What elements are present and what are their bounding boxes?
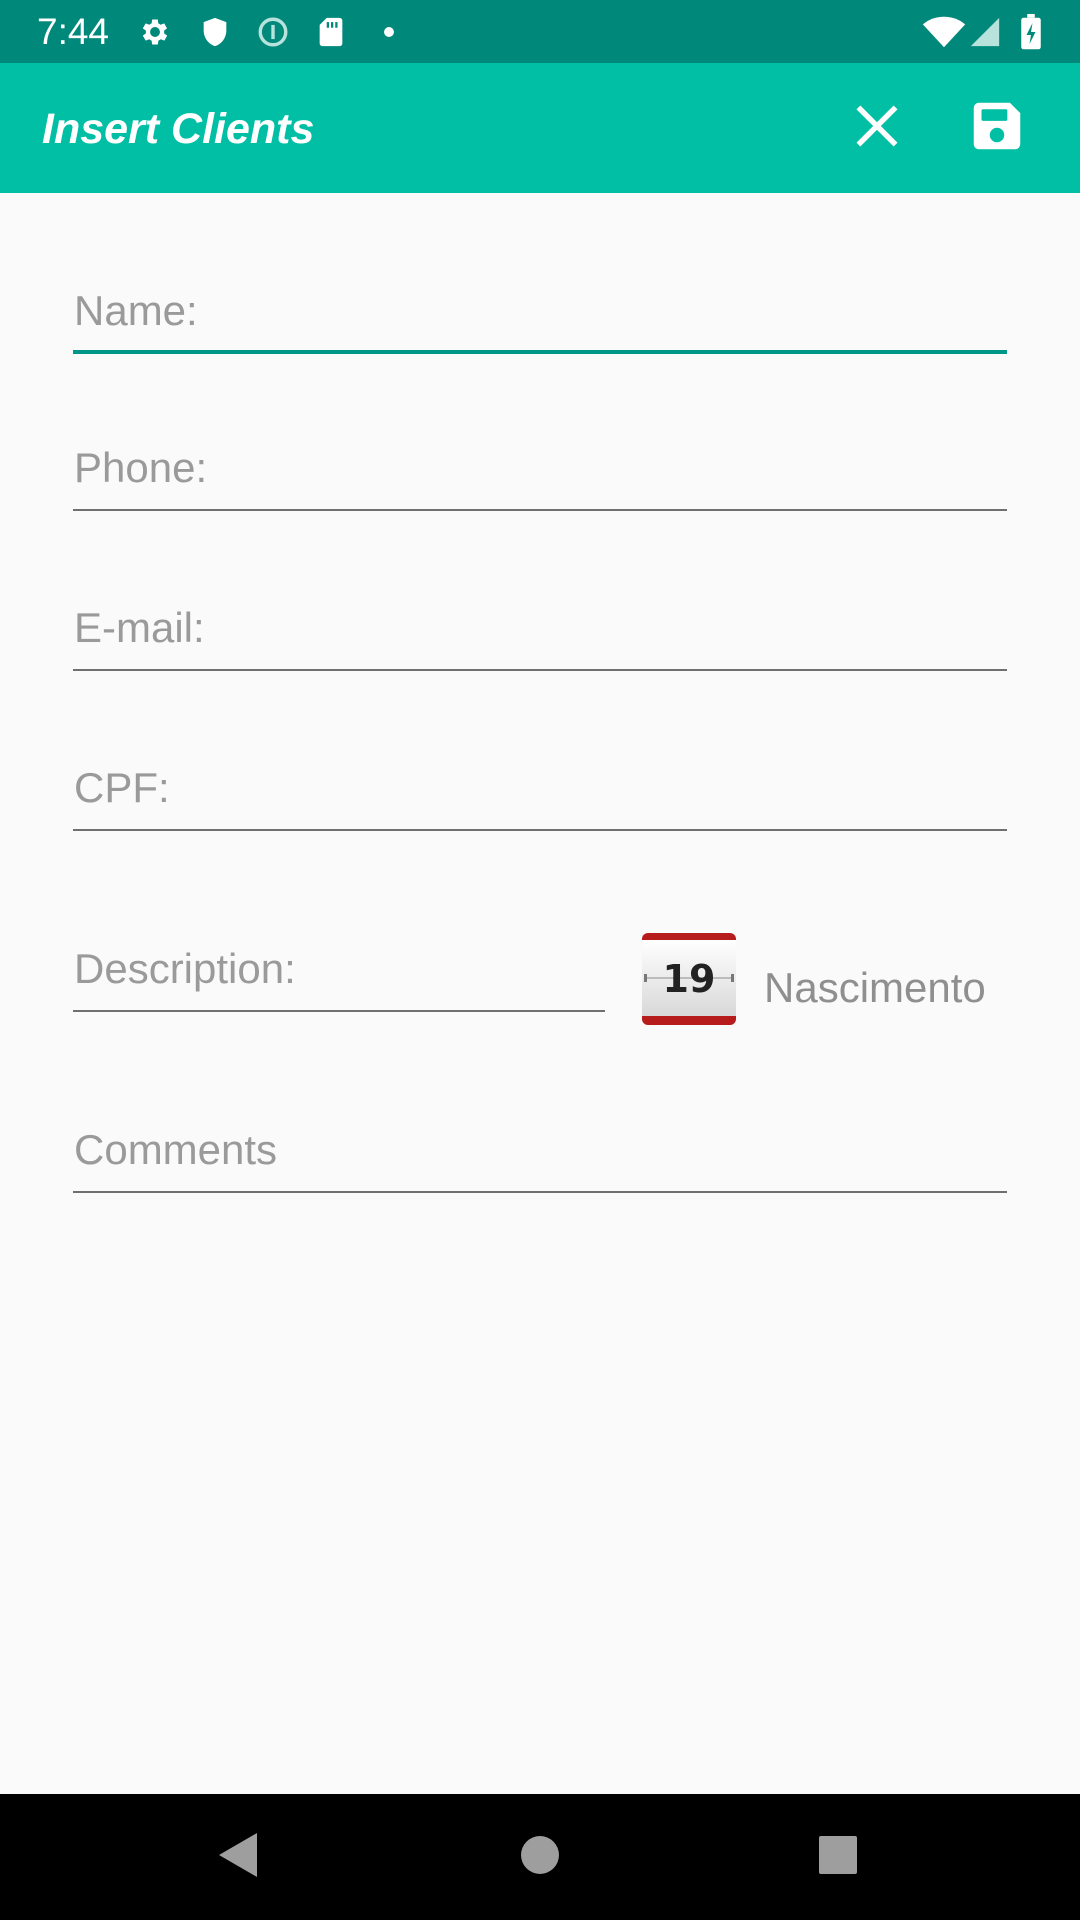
cpf-placeholder: CPF: — [74, 764, 170, 811]
description-underline — [73, 1010, 605, 1012]
save-button[interactable] — [962, 93, 1032, 163]
info-circle-icon — [256, 15, 290, 49]
battery-charging-icon — [1016, 14, 1046, 50]
settings-icon — [138, 15, 172, 49]
name-placeholder: Name: — [74, 287, 198, 334]
description-field[interactable]: Description: — [73, 932, 605, 1012]
name-field[interactable]: Name: — [73, 274, 1007, 354]
save-icon — [966, 95, 1028, 162]
sd-card-icon — [314, 15, 348, 49]
cpf-underline — [73, 829, 1007, 831]
email-placeholder: E-mail: — [74, 604, 205, 651]
comments-underline — [73, 1191, 1007, 1193]
comments-field[interactable]: Comments — [73, 1113, 1007, 1193]
dot-icon — [372, 15, 406, 49]
description-placeholder: Description: — [74, 945, 296, 992]
home-icon — [520, 1835, 560, 1880]
calendar-day: 19 — [663, 957, 716, 1001]
phone-underline — [73, 509, 1007, 511]
wifi-icon — [922, 15, 966, 49]
email-underline — [73, 669, 1007, 671]
page-title: Insert Clients — [42, 105, 315, 153]
phone-field[interactable]: Phone: — [73, 431, 1007, 511]
signal-icon — [968, 15, 1002, 49]
birth-date-label[interactable]: Nascimento — [764, 963, 986, 1013]
recents-button[interactable] — [806, 1825, 870, 1889]
phone-placeholder: Phone: — [74, 444, 208, 491]
home-button[interactable] — [508, 1825, 572, 1889]
recents-icon — [818, 1835, 858, 1880]
calendar-icon: 19 — [642, 933, 736, 1025]
name-underline — [73, 350, 1007, 354]
email-field[interactable]: E-mail: — [73, 591, 1007, 671]
status-bar: 7:44 — [0, 0, 1080, 63]
navigation-bar — [0, 1794, 1080, 1920]
back-button[interactable] — [206, 1825, 270, 1889]
comments-placeholder: Comments — [74, 1126, 278, 1173]
app-bar: Insert Clients — [0, 63, 1080, 193]
close-icon — [852, 101, 902, 156]
close-button[interactable] — [842, 93, 912, 163]
back-icon — [215, 1830, 261, 1885]
status-time: 7:44 — [37, 11, 110, 52]
calendar-button[interactable]: 19 — [641, 932, 737, 1026]
shield-icon — [198, 15, 232, 49]
cpf-field[interactable]: CPF: — [73, 751, 1007, 831]
